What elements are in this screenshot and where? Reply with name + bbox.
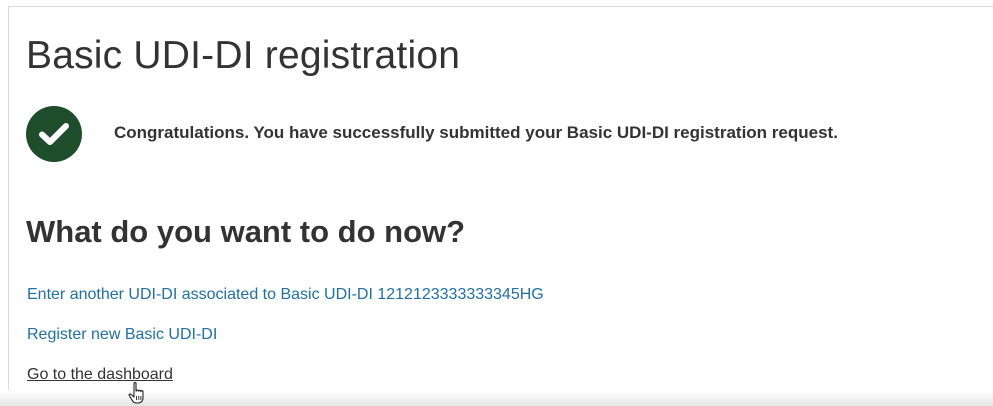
register-new-basic-udi-di-link[interactable]: Register new Basic UDI-DI <box>27 326 217 344</box>
enter-another-udi-di-link[interactable]: Enter another UDI-DI associated to Basic… <box>27 286 544 304</box>
check-circle-icon <box>26 106 82 162</box>
success-message: Congratulations. You have successfully s… <box>114 123 838 142</box>
hand-pointer-icon <box>128 381 144 404</box>
page-title: Basic UDI-DI registration <box>26 34 461 77</box>
checkmark-icon <box>39 123 69 145</box>
go-to-dashboard-link[interactable]: Go to the dashboard <box>27 366 173 384</box>
next-steps-heading: What do you want to do now? <box>26 214 466 249</box>
